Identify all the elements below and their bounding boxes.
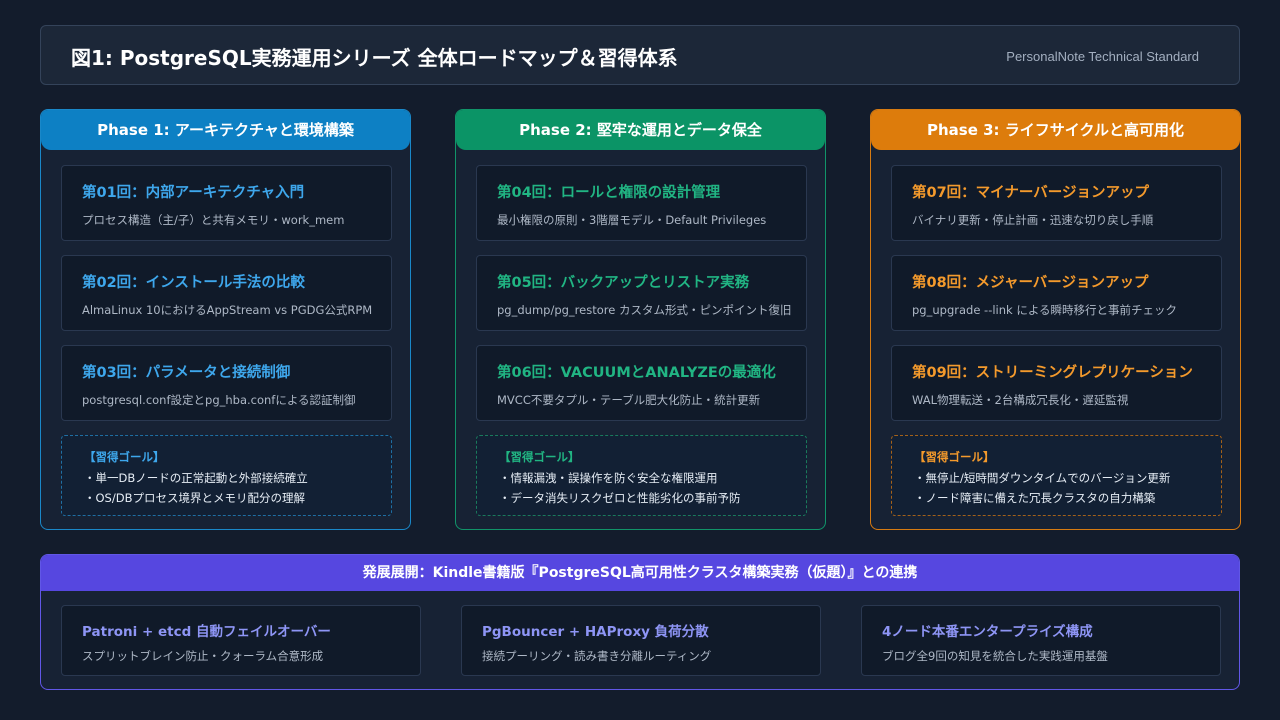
phase-3-title: Phase 3: ライフサイクルと高可用化 bbox=[871, 110, 1240, 150]
development-panel: 発展展開：Kindle書籍版『PostgreSQL高可用性クラスタ構築実務（仮題… bbox=[40, 554, 1240, 690]
goal-heading: 【習得ゴール】 bbox=[84, 450, 165, 464]
goal-item: ・無停止/短時間ダウンタイムでのバージョン更新 bbox=[914, 471, 1171, 485]
lesson-card-01: 第01回：内部アーキテクチャ入門 プロセス構造（主/子）と共有メモリ・work_… bbox=[61, 165, 392, 241]
lesson-title: 第02回：インストール手法の比較 bbox=[82, 275, 305, 291]
lesson-card-05: 第05回：バックアップとリストア実務 pg_dump/pg_restore カス… bbox=[476, 255, 807, 331]
lesson-desc: MVCC不要タプル・テーブル肥大化防止・統計更新 bbox=[497, 393, 761, 407]
lesson-card-02: 第02回：インストール手法の比較 AlmaLinux 10におけるAppStre… bbox=[61, 255, 392, 331]
lesson-card-04: 第04回：ロールと権限の設計管理 最小権限の原則・3階層モデル・Default … bbox=[476, 165, 807, 241]
development-card-pgbouncer: PgBouncer + HAProxy 負荷分散 接続プーリング・読み書き分離ル… bbox=[461, 605, 821, 676]
lesson-desc: バイナリ更新・停止計画・迅速な切り戻し手順 bbox=[912, 213, 1154, 227]
lesson-desc: プロセス構造（主/子）と共有メモリ・work_mem bbox=[82, 213, 345, 227]
lesson-title: 第08回：メジャーバージョンアップ bbox=[912, 275, 1149, 291]
lesson-desc: postgresql.conf設定とpg_hba.confによる認証制御 bbox=[82, 393, 356, 407]
lesson-card-03: 第03回：パラメータと接続制御 postgresql.conf設定とpg_hba… bbox=[61, 345, 392, 421]
phase-2-title: Phase 2: 堅牢な運用とデータ保全 bbox=[456, 110, 825, 150]
development-card-desc: 接続プーリング・読み書き分離ルーティング bbox=[482, 649, 712, 663]
lesson-card-08: 第08回：メジャーバージョンアップ pg_upgrade --link による瞬… bbox=[891, 255, 1222, 331]
goal-item: ・データ消失リスクゼロと性能劣化の事前予防 bbox=[499, 491, 741, 505]
lesson-card-09: 第09回：ストリーミングレプリケーション WAL物理転送・2台構成冗長化・遅延監… bbox=[891, 345, 1222, 421]
lesson-title: 第03回：パラメータと接続制御 bbox=[82, 365, 291, 381]
lesson-desc: 最小権限の原則・3階層モデル・Default Privileges bbox=[497, 213, 767, 227]
phase-1-panel: Phase 1: アーキテクチャと環境構築 第01回：内部アーキテクチャ入門 プ… bbox=[40, 109, 411, 530]
page-title: 図1: PostgreSQL実務運用シリーズ 全体ロードマップ＆習得体系 bbox=[71, 46, 678, 70]
phase-1-goal-box: 【習得ゴール】 ・単一DBノードの正常起動と外部接続確立 ・OS/DBプロセス境… bbox=[61, 435, 392, 516]
lesson-desc: WAL物理転送・2台構成冗長化・遅延監視 bbox=[912, 393, 1129, 407]
goal-heading: 【習得ゴール】 bbox=[499, 450, 580, 464]
development-card-desc: ブログ全9回の知見を統合した実践運用基盤 bbox=[882, 649, 1108, 663]
lesson-desc: pg_dump/pg_restore カスタム形式・ピンポイント復旧 bbox=[497, 303, 792, 317]
lesson-title: 第09回：ストリーミングレプリケーション bbox=[912, 365, 1193, 381]
lesson-title: 第06回：VACUUMとANALYZEの最適化 bbox=[497, 365, 776, 381]
lesson-title: 第04回：ロールと権限の設計管理 bbox=[497, 185, 721, 201]
development-card-patroni: Patroni + etcd 自動フェイルオーバー スプリットブレイン防止・クォ… bbox=[61, 605, 421, 676]
phase-1-title: Phase 1: アーキテクチャと環境構築 bbox=[41, 110, 410, 150]
goal-item: ・単一DBノードの正常起動と外部接続確立 bbox=[84, 471, 308, 485]
lesson-title: 第01回：内部アーキテクチャ入門 bbox=[82, 185, 305, 201]
development-title: 発展展開：Kindle書籍版『PostgreSQL高可用性クラスタ構築実務（仮題… bbox=[41, 555, 1239, 591]
lesson-card-06: 第06回：VACUUMとANALYZEの最適化 MVCC不要タプル・テーブル肥大… bbox=[476, 345, 807, 421]
lesson-desc: pg_upgrade --link による瞬時移行と事前チェック bbox=[912, 303, 1177, 317]
lesson-title: 第07回：マイナーバージョンアップ bbox=[912, 185, 1149, 201]
lesson-title: 第05回：バックアップとリストア実務 bbox=[497, 275, 750, 291]
development-card-title: Patroni + etcd 自動フェイルオーバー bbox=[82, 624, 331, 640]
goal-item: ・ノード障害に備えた冗長クラスタの自力構築 bbox=[914, 491, 1156, 505]
development-card-desc: スプリットブレイン防止・クォーラム合意形成 bbox=[82, 649, 324, 663]
phase-3-goal-box: 【習得ゴール】 ・無停止/短時間ダウンタイムでのバージョン更新 ・ノード障害に備… bbox=[891, 435, 1222, 516]
goal-item: ・OS/DBプロセス境界とメモリ配分の理解 bbox=[84, 491, 305, 505]
page-subtitle: PersonalNote Technical Standard bbox=[1006, 49, 1199, 64]
header: 図1: PostgreSQL実務運用シリーズ 全体ロードマップ＆習得体系 Per… bbox=[40, 25, 1240, 85]
lesson-desc: AlmaLinux 10におけるAppStream vs PGDG公式RPM bbox=[82, 303, 373, 317]
phase-3-panel: Phase 3: ライフサイクルと高可用化 第07回：マイナーバージョンアップ … bbox=[870, 109, 1241, 530]
phase-2-panel: Phase 2: 堅牢な運用とデータ保全 第04回：ロールと権限の設計管理 最小… bbox=[455, 109, 826, 530]
goal-item: ・情報漏洩・誤操作を防ぐ安全な権限運用 bbox=[499, 471, 718, 485]
development-card-4node: 4ノード本番エンタープライズ構成 ブログ全9回の知見を統合した実践運用基盤 bbox=[861, 605, 1221, 676]
development-card-title: PgBouncer + HAProxy 負荷分散 bbox=[482, 624, 709, 640]
development-card-title: 4ノード本番エンタープライズ構成 bbox=[882, 624, 1093, 640]
phase-2-goal-box: 【習得ゴール】 ・情報漏洩・誤操作を防ぐ安全な権限運用 ・データ消失リスクゼロと… bbox=[476, 435, 807, 516]
goal-heading: 【習得ゴール】 bbox=[914, 450, 995, 464]
lesson-card-07: 第07回：マイナーバージョンアップ バイナリ更新・停止計画・迅速な切り戻し手順 bbox=[891, 165, 1222, 241]
